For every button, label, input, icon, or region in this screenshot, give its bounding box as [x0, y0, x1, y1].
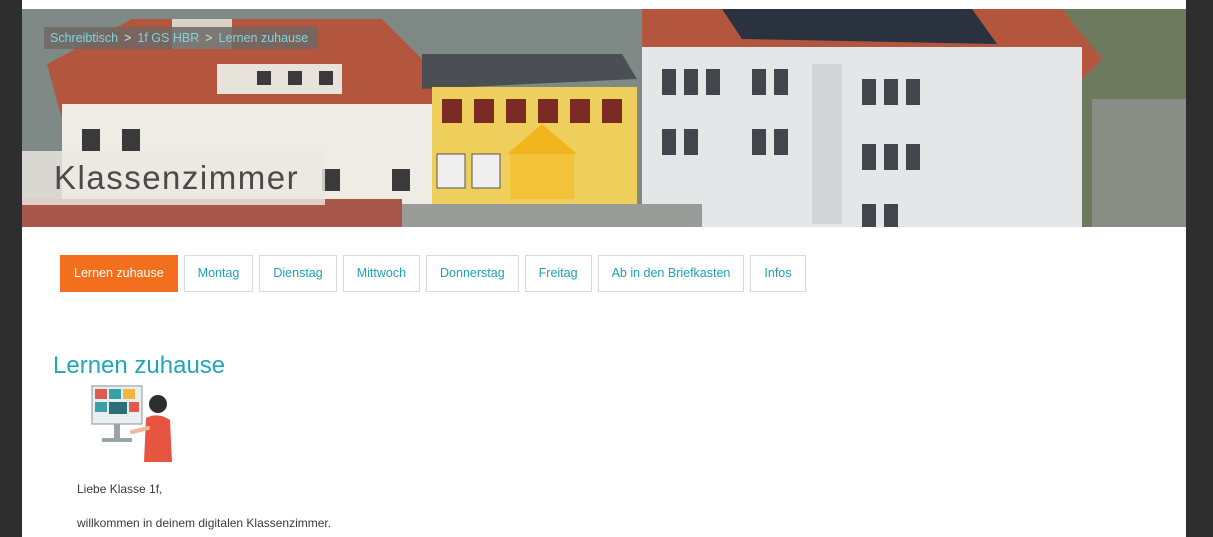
window-frame-left: [0, 0, 22, 537]
page-title: Klassenzimmer: [22, 151, 326, 205]
welcome-text: willkommen in deinem digitalen Klassenzi…: [77, 516, 332, 530]
breadcrumb-item-class[interactable]: 1f GS HBR: [137, 27, 199, 49]
window-top-strip: [0, 0, 1213, 9]
tab-infos[interactable]: Infos: [750, 255, 806, 292]
tab-donnerstag[interactable]: Donnerstag: [426, 255, 519, 292]
breadcrumb-separator: >: [124, 31, 132, 45]
tab-freitag[interactable]: Freitag: [524, 255, 592, 292]
breadcrumb-separator: >: [205, 31, 213, 45]
tab-briefkasten[interactable]: Ab in den Briefkasten: [597, 255, 745, 292]
breadcrumb-item-current[interactable]: Lernen zuhause: [219, 27, 309, 49]
tab-dienstag[interactable]: Dienstag: [259, 255, 337, 292]
tab-mittwoch[interactable]: Mittwoch: [342, 255, 421, 292]
window-frame-right: [1186, 0, 1213, 537]
section-title: Lernen zuhause: [53, 352, 226, 379]
header-banner: Schreibtisch >1f GS HBR > Lernen zuhause Kl…: [22, 9, 1186, 227]
greeting-text: Liebe Klasse 1f,: [77, 482, 163, 496]
video-call-illustration: [84, 380, 176, 462]
tab-lernen-zuhause[interactable]: Lernen zuhause: [60, 255, 178, 292]
tab-montag[interactable]: Montag: [183, 255, 254, 292]
tab-bar: Lernen zuhause Montag Dienstag Mittwoch …: [60, 255, 812, 292]
breadcrumb-item-desk[interactable]: Schreibtisch: [50, 27, 118, 49]
breadcrumb: Schreibtisch >1f GS HBR > Lernen zuhause: [44, 27, 319, 49]
